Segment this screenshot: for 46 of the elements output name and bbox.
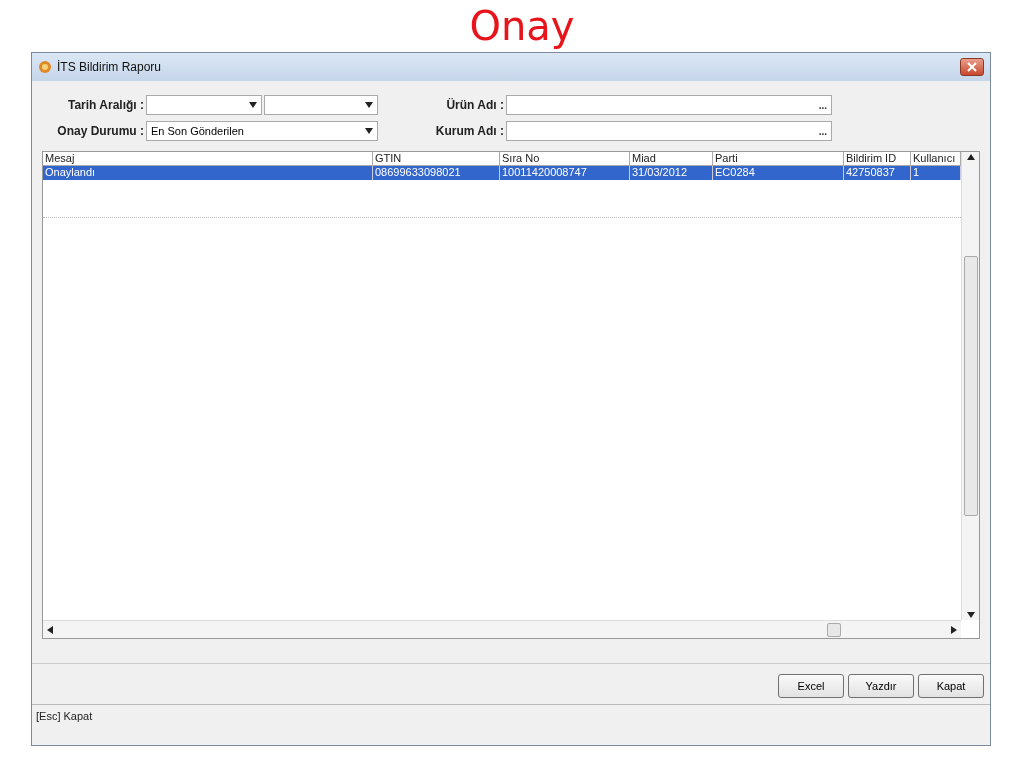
scroll-up-icon	[966, 154, 975, 160]
field-label: Ürün Adı :	[445, 98, 504, 112]
scroll-left-icon	[47, 625, 53, 634]
table-row[interactable]: Onaylandı 08699633098021 10011420008747 31/03/2012 EC0284 42750837 1	[43, 166, 961, 180]
scroll-thumb[interactable]	[827, 622, 841, 637]
horizontal-scrollbar[interactable]	[43, 620, 961, 638]
close-button[interactable]	[960, 58, 984, 76]
table-cell: EC0284	[713, 166, 844, 180]
dropdown-arrow-icon	[365, 128, 373, 134]
date-dropdown[interactable]	[146, 95, 262, 115]
app-icon	[38, 60, 52, 74]
window-title: İTS Bildirim Raporu	[57, 60, 163, 74]
vertical-scrollbar[interactable]	[961, 152, 979, 620]
dropdown-arrow-icon	[249, 102, 257, 108]
input-field[interactable]: ...	[506, 95, 832, 115]
column-header[interactable]: Bildirim ID	[844, 152, 911, 166]
dropdown-arrow-icon	[365, 102, 373, 108]
action-button[interactable]: Kapat	[918, 674, 984, 698]
status-text: [Esc] Kapat	[36, 709, 93, 722]
scroll-thumb[interactable]	[963, 256, 978, 516]
table-cell: 42750837	[844, 166, 911, 180]
table-cell: 1	[911, 166, 961, 180]
browse-button[interactable]: ...	[818, 125, 827, 137]
browse-button[interactable]: ...	[818, 99, 827, 111]
table-cell: 10011420008747	[500, 166, 630, 180]
column-header[interactable]: Parti	[713, 152, 844, 166]
column-header[interactable]: Kullanıcı	[911, 152, 961, 166]
field-label: Tarih Aralığı :	[67, 98, 144, 112]
field-label: Kurum Adı :	[434, 124, 504, 138]
table-cell: 31/03/2012	[630, 166, 713, 180]
column-header[interactable]: Miad	[630, 152, 713, 166]
date-dropdown[interactable]	[264, 95, 378, 115]
scroll-down-icon	[966, 612, 975, 618]
table-cell: 08699633098021	[373, 166, 500, 180]
slide-title: Onay	[469, 2, 575, 51]
action-button[interactable]: Excel	[778, 674, 844, 698]
close-icon	[967, 62, 977, 72]
field-label: Onay Durumu :	[56, 124, 144, 138]
scroll-right-icon	[951, 625, 957, 634]
column-header[interactable]: Sıra No	[500, 152, 630, 166]
column-header[interactable]: GTIN	[373, 152, 500, 166]
action-button[interactable]: Yazdır	[848, 674, 914, 698]
table-cell: Onaylandı	[43, 166, 373, 180]
status-dropdown[interactable]: En Son Gönderilen	[146, 121, 378, 141]
column-header[interactable]: Mesaj	[43, 152, 373, 166]
input-field[interactable]: ...	[506, 121, 832, 141]
